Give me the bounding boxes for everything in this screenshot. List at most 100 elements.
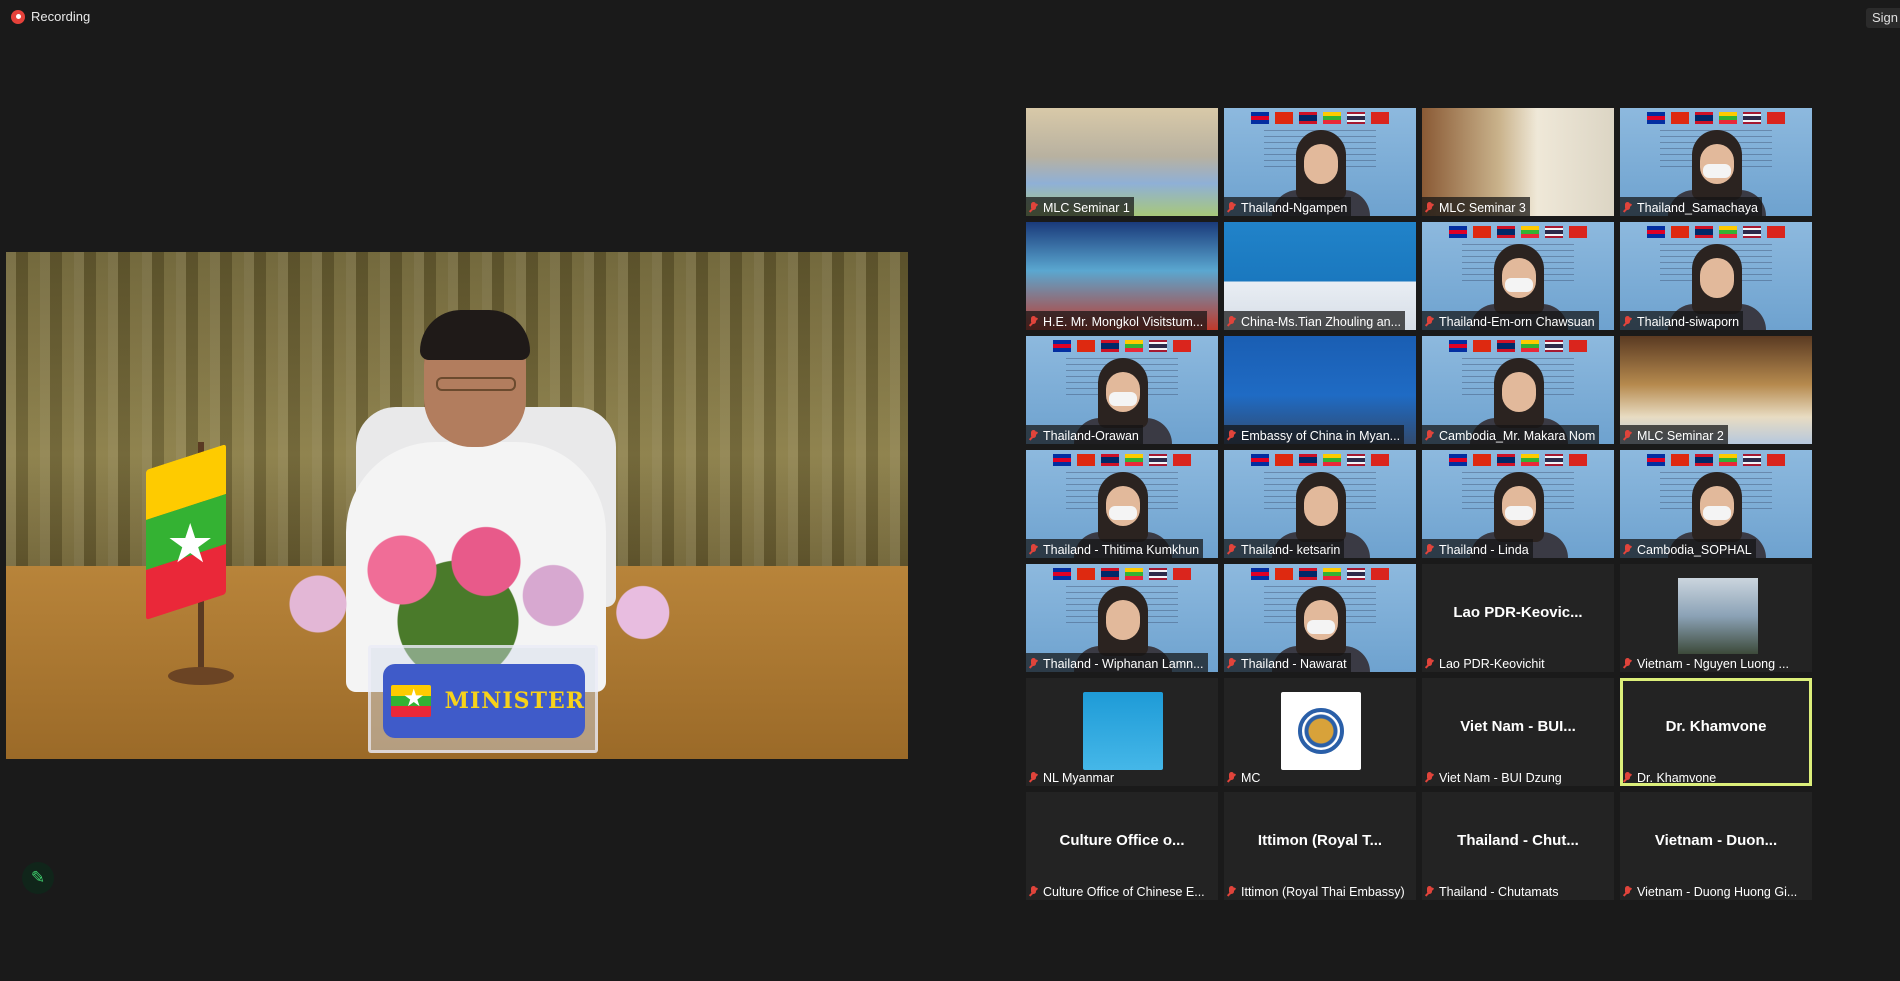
participant-face (1098, 472, 1148, 542)
participant-tile[interactable]: Embassy of China in Myan... (1224, 336, 1416, 444)
participant-tile[interactable]: Thailand - Linda (1422, 450, 1614, 558)
participant-name-label: MLC Seminar 2 (1620, 425, 1728, 444)
participant-tile[interactable]: Thailand - Thitima Kumkhun (1026, 450, 1218, 558)
flag-star-icon: ★ (166, 514, 215, 574)
flag-stand (168, 667, 234, 685)
participant-name-label: MLC Seminar 1 (1026, 197, 1134, 216)
muted-mic-icon (1623, 315, 1632, 328)
participant-tile[interactable]: Cambodia_Mr. Makara Nom (1422, 336, 1614, 444)
recording-indicator[interactable]: Recording (11, 9, 90, 24)
muted-mic-icon (1425, 201, 1434, 214)
muted-mic-icon (1425, 771, 1434, 784)
name-plaque: ★ MINISTER (368, 645, 598, 753)
participant-tile[interactable]: MLC Seminar 3 (1422, 108, 1614, 216)
participant-name: MLC Seminar 2 (1637, 428, 1724, 443)
participant-tile[interactable]: Thailand- ketsarin (1224, 450, 1416, 558)
country-flags (1444, 454, 1592, 467)
profile-poster-image (1083, 692, 1163, 770)
participant-tile[interactable]: Ittimon (Royal T... Ittimon (Royal Thai E… (1224, 792, 1416, 900)
participant-tile[interactable]: Thailand-siwaporn (1620, 222, 1812, 330)
muted-mic-icon (1029, 885, 1038, 898)
participant-tile[interactable]: Vietnam - Duon... Vietnam - Duong Huong G… (1620, 792, 1812, 900)
participant-name: NL Myanmar (1043, 770, 1115, 785)
participant-name-label: Lao PDR-Keovichit (1422, 653, 1549, 672)
participant-face (1494, 244, 1544, 314)
muted-mic-icon (1227, 543, 1236, 556)
speaker-hair (420, 310, 530, 360)
participant-tile[interactable]: Thailand-Em-orn Chawsuan (1422, 222, 1614, 330)
muted-mic-icon (1623, 657, 1632, 670)
participant-name-label: Vietnam - Duong Huong Gi... (1620, 881, 1801, 900)
participant-gallery: MLC Seminar 1 Thailand-Ngampen MLC Seminar… (1026, 108, 1816, 900)
participant-name: Embassy of China in Myan... (1241, 428, 1401, 443)
muted-mic-icon (1029, 657, 1038, 670)
participant-center-name: Thailand - Chut... (1457, 832, 1579, 849)
participant-name: Thailand - Linda (1439, 542, 1529, 557)
participant-name-label: Thailand-Em-orn Chawsuan (1422, 311, 1599, 330)
participant-tile[interactable]: China-Ms.Tian Zhouling an... (1224, 222, 1416, 330)
participant-tile[interactable]: NL Myanmar (1026, 678, 1218, 786)
participant-tile[interactable]: Thailand - Chut... Thailand - Chutamats (1422, 792, 1614, 900)
recording-label: Recording (31, 9, 91, 24)
participant-name: MLC Seminar 3 (1439, 200, 1526, 215)
country-flags (1048, 568, 1196, 581)
participant-name: Thailand-Em-orn Chawsuan (1439, 314, 1595, 329)
participant-name-label: Thailand - Chutamats (1422, 881, 1563, 900)
participant-tile[interactable]: Lao PDR-Keovic... Lao PDR-Keovichit (1422, 564, 1614, 672)
participant-name: China-Ms.Tian Zhouling an... (1241, 314, 1402, 329)
participant-name: Thailand - Thitima Kumkhun (1043, 542, 1200, 557)
participant-name-label: Thailand- ketsarin (1224, 539, 1345, 558)
profile-photo (1678, 578, 1758, 654)
participant-tile[interactable]: Thailand - Nawarat (1224, 564, 1416, 672)
participant-tile[interactable]: Thailand_Samachaya (1620, 108, 1812, 216)
participant-tile[interactable]: Thailand-Ngampen (1224, 108, 1416, 216)
participant-tile[interactable]: Vietnam - Nguyen Luong ... (1620, 564, 1812, 672)
participant-name: Thailand-Ngampen (1241, 200, 1348, 215)
participant-center-name: Culture Office o... (1059, 832, 1185, 849)
participant-name: Lao PDR-Keovichit (1439, 656, 1545, 671)
speaker-glasses (436, 377, 516, 391)
participant-tile[interactable]: Culture Office o... Culture Office of Chi… (1026, 792, 1218, 900)
muted-mic-icon (1029, 315, 1038, 328)
muted-mic-icon (1227, 429, 1236, 442)
sign-in-button[interactable]: Sign i (1866, 8, 1900, 28)
country-flags (1444, 340, 1592, 353)
participant-tile[interactable]: Dr. Khamvone Dr. Khamvone (1620, 678, 1812, 786)
participant-name: Thailand - Wiphanan Lamn... (1043, 656, 1204, 671)
participant-name-label: Thailand - Linda (1422, 539, 1533, 558)
participant-tile[interactable]: MLC Seminar 1 (1026, 108, 1218, 216)
participant-face (1494, 358, 1544, 428)
country-flags (1444, 226, 1592, 239)
country-flags (1642, 226, 1790, 239)
participant-name-label: MLC Seminar 3 (1422, 197, 1530, 216)
participant-tile[interactable]: MC (1224, 678, 1416, 786)
participant-face (1494, 472, 1544, 542)
country-flags (1048, 340, 1196, 353)
muted-mic-icon (1227, 315, 1236, 328)
participant-name: Thailand- ketsarin (1241, 542, 1341, 557)
participant-tile[interactable]: Cambodia_SOPHAL (1620, 450, 1812, 558)
participant-face (1296, 472, 1346, 542)
participant-name-label: Dr. Khamvone (1620, 767, 1720, 786)
participant-name-label: China-Ms.Tian Zhouling an... (1224, 311, 1406, 330)
participant-tile[interactable]: MLC Seminar 2 (1620, 336, 1812, 444)
participant-name-label: Thailand-siwaporn (1620, 311, 1744, 330)
muted-mic-icon (1623, 885, 1632, 898)
participant-name-label: Thailand-Ngampen (1224, 197, 1352, 216)
pencil-icon[interactable]: ✎ (22, 862, 54, 894)
participant-face (1296, 130, 1346, 200)
muted-mic-icon (1623, 429, 1632, 442)
participant-name: Thailand-siwaporn (1637, 314, 1740, 329)
participant-name-label: NL Myanmar (1026, 767, 1118, 786)
participant-tile[interactable]: Thailand-Orawan (1026, 336, 1218, 444)
participant-center-name: Viet Nam - BUI... (1460, 718, 1576, 735)
participant-tile[interactable]: Thailand - Wiphanan Lamn... (1026, 564, 1218, 672)
muted-mic-icon (1029, 201, 1038, 214)
participant-name-label: Thailand_Samachaya (1620, 197, 1762, 216)
active-speaker-video[interactable]: ★ ★ MINISTER (6, 252, 908, 759)
participant-tile[interactable]: H.E. Mr. Mongkol Visitstum... (1026, 222, 1218, 330)
participant-face (1098, 358, 1148, 428)
plaque-flag-icon: ★ (391, 685, 431, 717)
participant-tile[interactable]: Viet Nam - BUI... Viet Nam - BUI Dzung (1422, 678, 1614, 786)
muted-mic-icon (1029, 543, 1038, 556)
